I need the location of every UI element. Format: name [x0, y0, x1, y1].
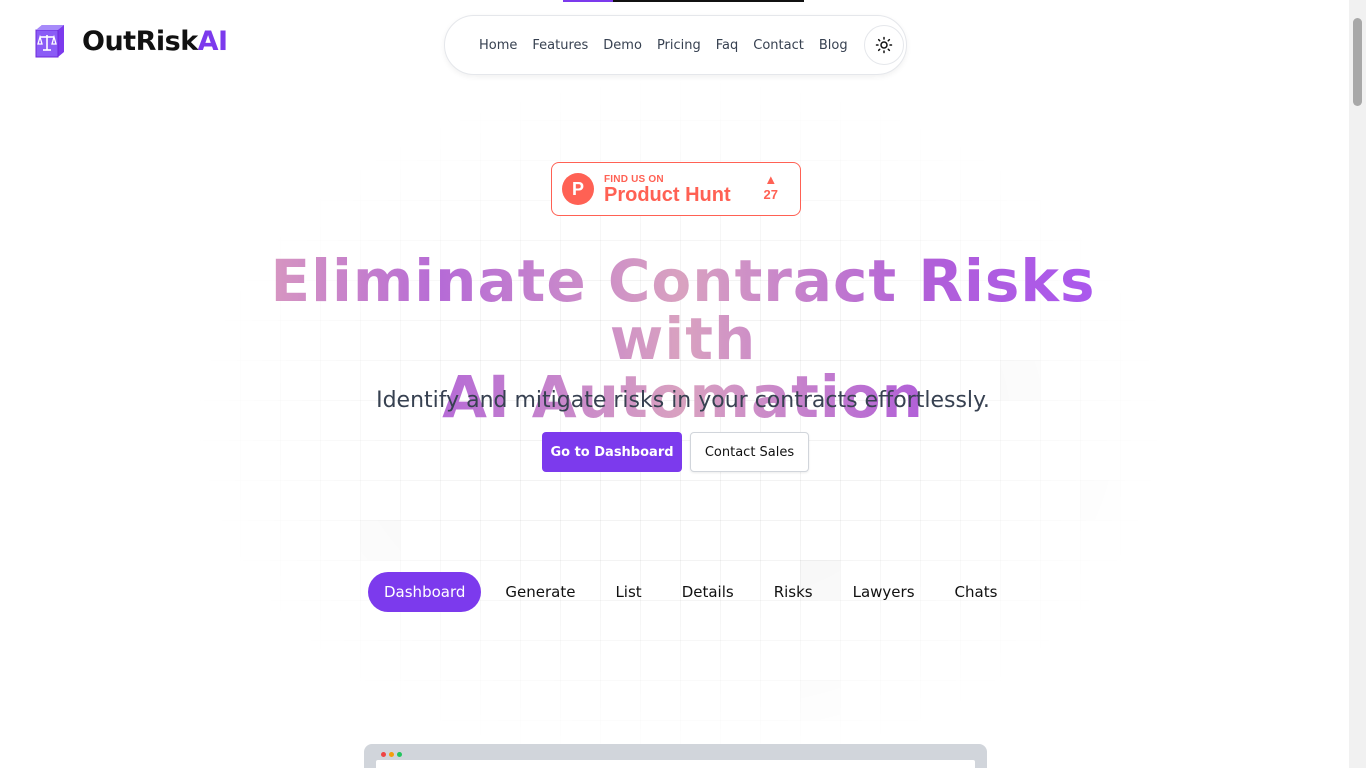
nav-faq[interactable]: Faq: [716, 38, 739, 53]
grid-highlight: [360, 520, 400, 560]
window-close-dot: [381, 752, 386, 757]
upvote-count: 27: [763, 187, 778, 202]
nav-blog[interactable]: Blog: [819, 38, 848, 53]
brand-logo[interactable]: OutRiskAI: [30, 22, 228, 60]
top-progress-strip: [563, 0, 804, 2]
nav-features[interactable]: Features: [532, 38, 588, 53]
tab-lawyers[interactable]: Lawyers: [837, 572, 931, 612]
product-hunt-upvotes: ▲ 27: [763, 172, 778, 203]
window-maximize-dot: [397, 752, 402, 757]
app-preview-screen: [376, 760, 975, 768]
grid-highlight: [1080, 640, 1120, 680]
tab-generate[interactable]: Generate: [489, 572, 591, 612]
product-hunt-name: Product Hunt: [604, 183, 731, 206]
main-nav: Home Features Demo Pricing Faq Contact B…: [444, 15, 907, 75]
product-hunt-badge[interactable]: P FIND US ON Product Hunt ▲ 27: [551, 162, 801, 216]
grid-highlight: [1080, 480, 1120, 520]
tab-list[interactable]: List: [599, 572, 657, 612]
grid-highlight: [800, 680, 840, 720]
tab-risks[interactable]: Risks: [758, 572, 829, 612]
window-minimize-dot: [389, 752, 394, 757]
nav-contact[interactable]: Contact: [753, 38, 804, 53]
feature-tabs: Dashboard Generate List Details Risks La…: [368, 572, 1021, 612]
tab-chats[interactable]: Chats: [939, 572, 1014, 612]
product-hunt-icon: P: [562, 173, 594, 205]
scales-icon: [35, 25, 64, 58]
hero-title-line1: Eliminate Contract Risks with: [270, 247, 1096, 373]
contact-sales-button[interactable]: Contact Sales: [690, 432, 809, 472]
brand-name: OutRiskAI: [82, 25, 228, 57]
nav-demo[interactable]: Demo: [603, 38, 642, 53]
go-to-dashboard-button[interactable]: Go to Dashboard: [542, 432, 682, 472]
theme-toggle-button[interactable]: [863, 25, 904, 65]
scrollbar-thumb[interactable]: [1353, 18, 1362, 106]
product-hunt-caption: FIND US ON: [604, 173, 664, 185]
hero-subtitle: Identify and mitigate risks in your cont…: [376, 388, 990, 413]
sun-icon: [875, 36, 892, 54]
app-preview-window: [364, 744, 987, 768]
tab-dashboard[interactable]: Dashboard: [368, 572, 482, 612]
tab-details[interactable]: Details: [666, 572, 750, 612]
page-scrollbar[interactable]: [1349, 0, 1366, 768]
upvote-arrow-icon: ▲: [764, 172, 778, 187]
nav-home[interactable]: Home: [479, 38, 517, 53]
nav-pricing[interactable]: Pricing: [657, 38, 701, 53]
